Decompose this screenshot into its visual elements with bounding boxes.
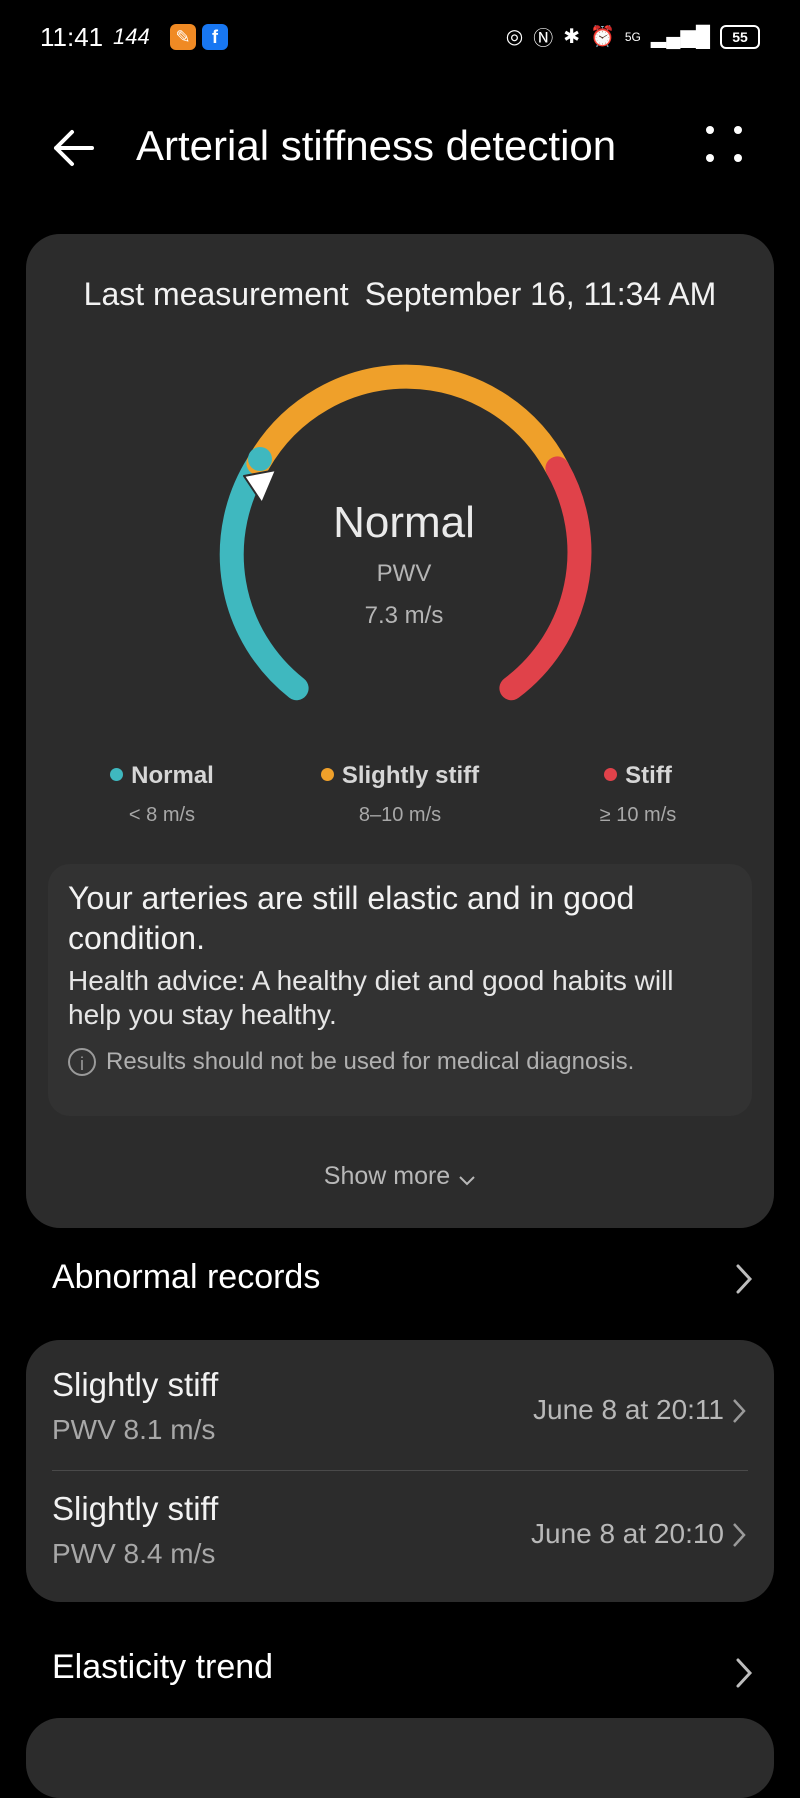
signal-icon: ▂▄▆█	[650, 26, 710, 48]
record-row[interactable]: Slightly stiff PWV 8.4 m/s June 8 at 20:…	[26, 1464, 774, 1588]
chevron-right-icon	[733, 1523, 746, 1547]
legend-range: ≥ 10 m/s	[599, 804, 677, 826]
more-options-icon[interactable]	[704, 124, 744, 164]
network-label: 5G	[624, 29, 641, 44]
legend-label: Slightly stiff	[341, 762, 480, 789]
chevron-right-icon	[733, 1399, 746, 1423]
alarm-icon: ⏰	[589, 26, 615, 48]
chevron-down-icon	[459, 1176, 475, 1186]
show-more-button[interactable]: Show more	[26, 1162, 774, 1191]
record-status: Slightly stiff	[52, 1490, 219, 1527]
legend-range: < 8 m/s	[128, 804, 196, 826]
status-bar: 11:41 144 ✎ f ◎ Ⓝ ✱ ⏰ 5G ▂▄▆█ 55	[0, 0, 800, 76]
bluetooth-icon: ✱	[563, 26, 580, 48]
legend-dot-stiff	[604, 768, 618, 781]
show-more-label: Show more	[323, 1162, 451, 1190]
facebook-icon: f	[202, 24, 228, 50]
refresh-rate: 144	[113, 24, 150, 49]
page-title: Arterial stiffness detection	[136, 122, 617, 169]
advice-summary: Your arteries are still elastic and in g…	[68, 880, 635, 956]
result-status: Normal	[333, 498, 475, 547]
notification-app-icon: ✎	[170, 24, 196, 50]
abnormal-records-title[interactable]: Abnormal records	[52, 1258, 320, 1297]
status-icons: ◎ Ⓝ ✱ ⏰ 5G ▂▄▆█ 55	[506, 22, 760, 51]
legend-dot-normal	[110, 768, 124, 781]
gauge-readout: Normal PWV 7.3 m/s	[204, 498, 604, 630]
legend-dot-slightly-stiff	[320, 768, 334, 781]
record-status: Slightly stiff	[52, 1366, 219, 1403]
chevron-right-icon[interactable]	[734, 1656, 754, 1690]
metric-label: PWV	[376, 560, 432, 587]
last-measurement-label: Last measurement	[83, 276, 349, 312]
legend-label: Normal	[131, 762, 214, 789]
chevron-right-icon[interactable]	[734, 1262, 754, 1296]
record-pwv: PWV 8.4 m/s	[52, 1538, 216, 1569]
metric-value: 7.3 m/s	[364, 602, 444, 629]
back-arrow-icon[interactable]	[48, 122, 100, 174]
hotspot-icon: ◎	[505, 26, 524, 48]
record-row[interactable]: Slightly stiff PWV 8.1 m/s June 8 at 20:…	[26, 1340, 774, 1464]
elasticity-trend-title[interactable]: Elasticity trend	[52, 1648, 273, 1687]
legend-label: Stiff	[625, 762, 672, 789]
app-header: Arterial stiffness detection	[0, 100, 800, 196]
advice-box: Your arteries are still elastic and in g…	[48, 864, 752, 1116]
nfc-icon: Ⓝ	[533, 28, 554, 50]
gauge-arc-slightly-stiff	[246, 364, 570, 481]
disclaimer: i Results should not be used for medical…	[68, 1048, 634, 1076]
legend-range: 8–10 m/s	[358, 804, 442, 826]
record-date: June 8 at 20:10	[530, 1518, 724, 1549]
disclaimer-text: Results should not be used for medical d…	[106, 1048, 635, 1075]
legend-normal: Normal < 8 m/s	[32, 762, 292, 827]
last-measurement: Last measurement September 16, 11:34 AM	[26, 276, 774, 313]
info-icon: i	[68, 1048, 96, 1076]
legend-stiff: Stiff ≥ 10 m/s	[508, 762, 768, 827]
result-card: Last measurement September 16, 11:34 AM N…	[26, 234, 774, 1228]
battery-icon: 55	[720, 24, 760, 49]
record-date: June 8 at 20:11	[533, 1394, 724, 1425]
status-time: 11:41	[40, 22, 104, 52]
legend-slightly-stiff: Slightly stiff 8–10 m/s	[270, 762, 530, 827]
health-advice: Health advice: A healthy diet and good h…	[68, 965, 674, 1030]
elasticity-trend-card	[26, 1718, 774, 1798]
last-measurement-datetime: September 16, 11:34 AM	[364, 276, 717, 312]
record-pwv: PWV 8.1 m/s	[52, 1414, 216, 1445]
abnormal-records-list: Slightly stiff PWV 8.1 m/s June 8 at 20:…	[26, 1340, 774, 1602]
